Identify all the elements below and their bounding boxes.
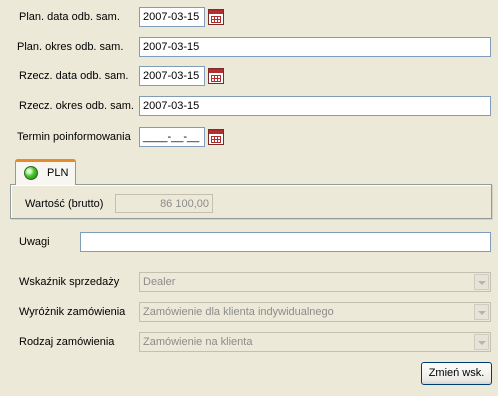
- tab-pln[interactable]: PLN: [15, 159, 76, 185]
- uwagi-input[interactable]: [80, 232, 491, 252]
- plan-okres-label: Plan. okres odb. sam.: [17, 41, 124, 53]
- wskaznik-value: Dealer: [143, 276, 176, 288]
- rzecz-okres-label: Rzecz. okres odb. sam.: [19, 100, 134, 112]
- rzecz-data-input[interactable]: 2007-03-15: [139, 66, 205, 86]
- termin-calendar-icon[interactable]: [208, 129, 224, 145]
- wyroznik-value: Zamówienie dla klienta indywidualnego: [143, 306, 334, 318]
- plan-okres-input[interactable]: 2007-03-15: [139, 37, 491, 57]
- termin-input[interactable]: ____-__-__: [139, 127, 205, 147]
- rzecz-data-label: Rzecz. data odb. sam.: [19, 70, 129, 82]
- wartosc-label: Wartość (brutto): [25, 198, 104, 210]
- rodzaj-select: Zamówienie na klienta: [139, 332, 491, 352]
- rodzaj-value: Zamówienie na klienta: [143, 336, 253, 348]
- termin-label: Termin poinformowania: [17, 131, 131, 143]
- rzecz-okres-input[interactable]: 2007-03-15: [139, 96, 491, 116]
- plan-data-calendar-icon[interactable]: [208, 9, 224, 25]
- zmien-wsk-button[interactable]: Zmień wsk.: [421, 362, 492, 385]
- tab-pln-label: PLN: [47, 167, 69, 179]
- rodzaj-dropdown-icon: [474, 334, 489, 350]
- uwagi-label: Uwagi: [19, 236, 50, 248]
- plan-data-label: Plan. data odb. sam.: [19, 11, 120, 23]
- wyroznik-select: Zamówienie dla klienta indywidualnego: [139, 302, 491, 322]
- rodzaj-label: Rodzaj zamówienia: [19, 336, 115, 348]
- wyroznik-label: Wyróżnik zamówienia: [19, 306, 126, 318]
- wskaznik-select: Dealer: [139, 272, 491, 292]
- plan-data-input[interactable]: 2007-03-15: [139, 7, 205, 27]
- wartosc-field: 86 100,00: [115, 194, 213, 213]
- status-led-icon: [24, 166, 38, 180]
- wskaznik-dropdown-icon: [474, 274, 489, 290]
- wskaznik-label: Wskaźnik sprzedaży: [19, 276, 120, 288]
- rzecz-data-calendar-icon[interactable]: [208, 68, 224, 84]
- pln-panel: Wartość (brutto) 86 100,00: [10, 184, 492, 219]
- wyroznik-dropdown-icon: [474, 304, 489, 320]
